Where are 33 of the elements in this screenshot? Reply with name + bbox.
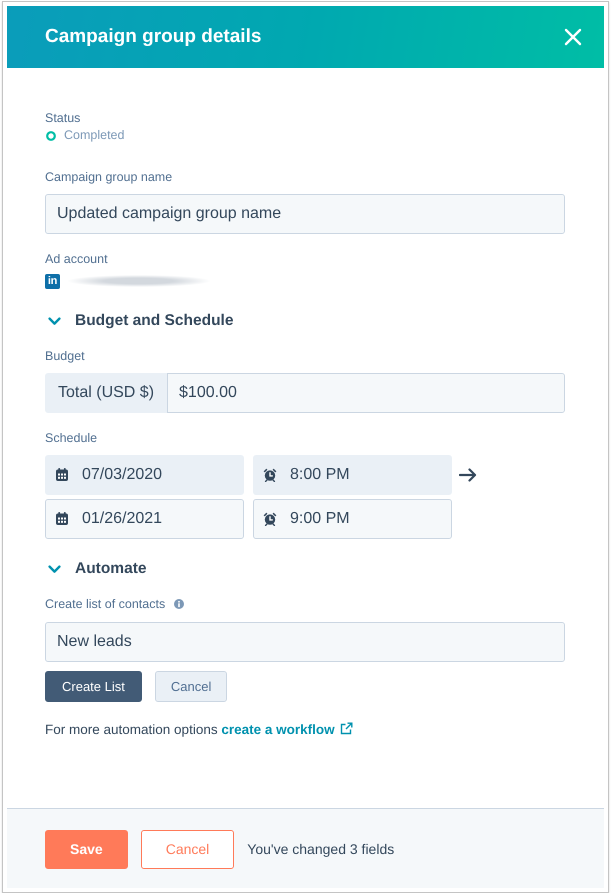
list-name-input[interactable]: New leads: [45, 622, 565, 662]
alarm-clock-icon: [263, 512, 277, 526]
status-value: Completed: [64, 127, 124, 144]
field-label: Create list of contacts: [45, 596, 166, 612]
calendar-icon: [56, 512, 68, 525]
date-input[interactable]: 01/26/2021: [45, 499, 244, 539]
calendar-icon: [56, 468, 68, 481]
field-label: Budget: [45, 348, 86, 364]
alarm-clock-icon: [263, 468, 277, 482]
external-link-icon: [340, 722, 353, 735]
cancel-button[interactable]: Cancel: [154, 671, 228, 702]
section-title[interactable]: Automate: [75, 558, 146, 580]
field-label: Schedule: [45, 430, 98, 446]
budget-type-label: Total (USD $): [45, 373, 168, 413]
workflow-link[interactable]: create a workflow: [221, 722, 353, 737]
create-list-button[interactable]: Create List: [45, 671, 142, 702]
close-icon: [564, 28, 582, 46]
changes-message: You've changed 3 fields: [247, 840, 394, 859]
status-label: Status: [45, 110, 82, 126]
budget-input[interactable]: $100.00: [167, 373, 565, 413]
automation-note: For more automation options create a workflow: [45, 721, 565, 739]
field-label: Ad account: [45, 251, 109, 267]
panel-title: Campaign group details: [45, 25, 262, 49]
arrow-right-icon: [459, 468, 477, 482]
section-title[interactable]: Budget and Schedule: [75, 310, 234, 332]
linkedin-logo: in: [45, 274, 60, 288]
chevron-icon[interactable]: [48, 564, 61, 574]
field-label: Campaign group name: [45, 169, 174, 185]
time-input[interactable]: 9:00 PM: [253, 499, 452, 539]
info-icon[interactable]: [174, 599, 184, 609]
chevron-icon[interactable]: [48, 316, 61, 326]
name-input[interactable]: Updated campaign group name: [45, 194, 565, 234]
close-button[interactable]: [564, 28, 582, 46]
